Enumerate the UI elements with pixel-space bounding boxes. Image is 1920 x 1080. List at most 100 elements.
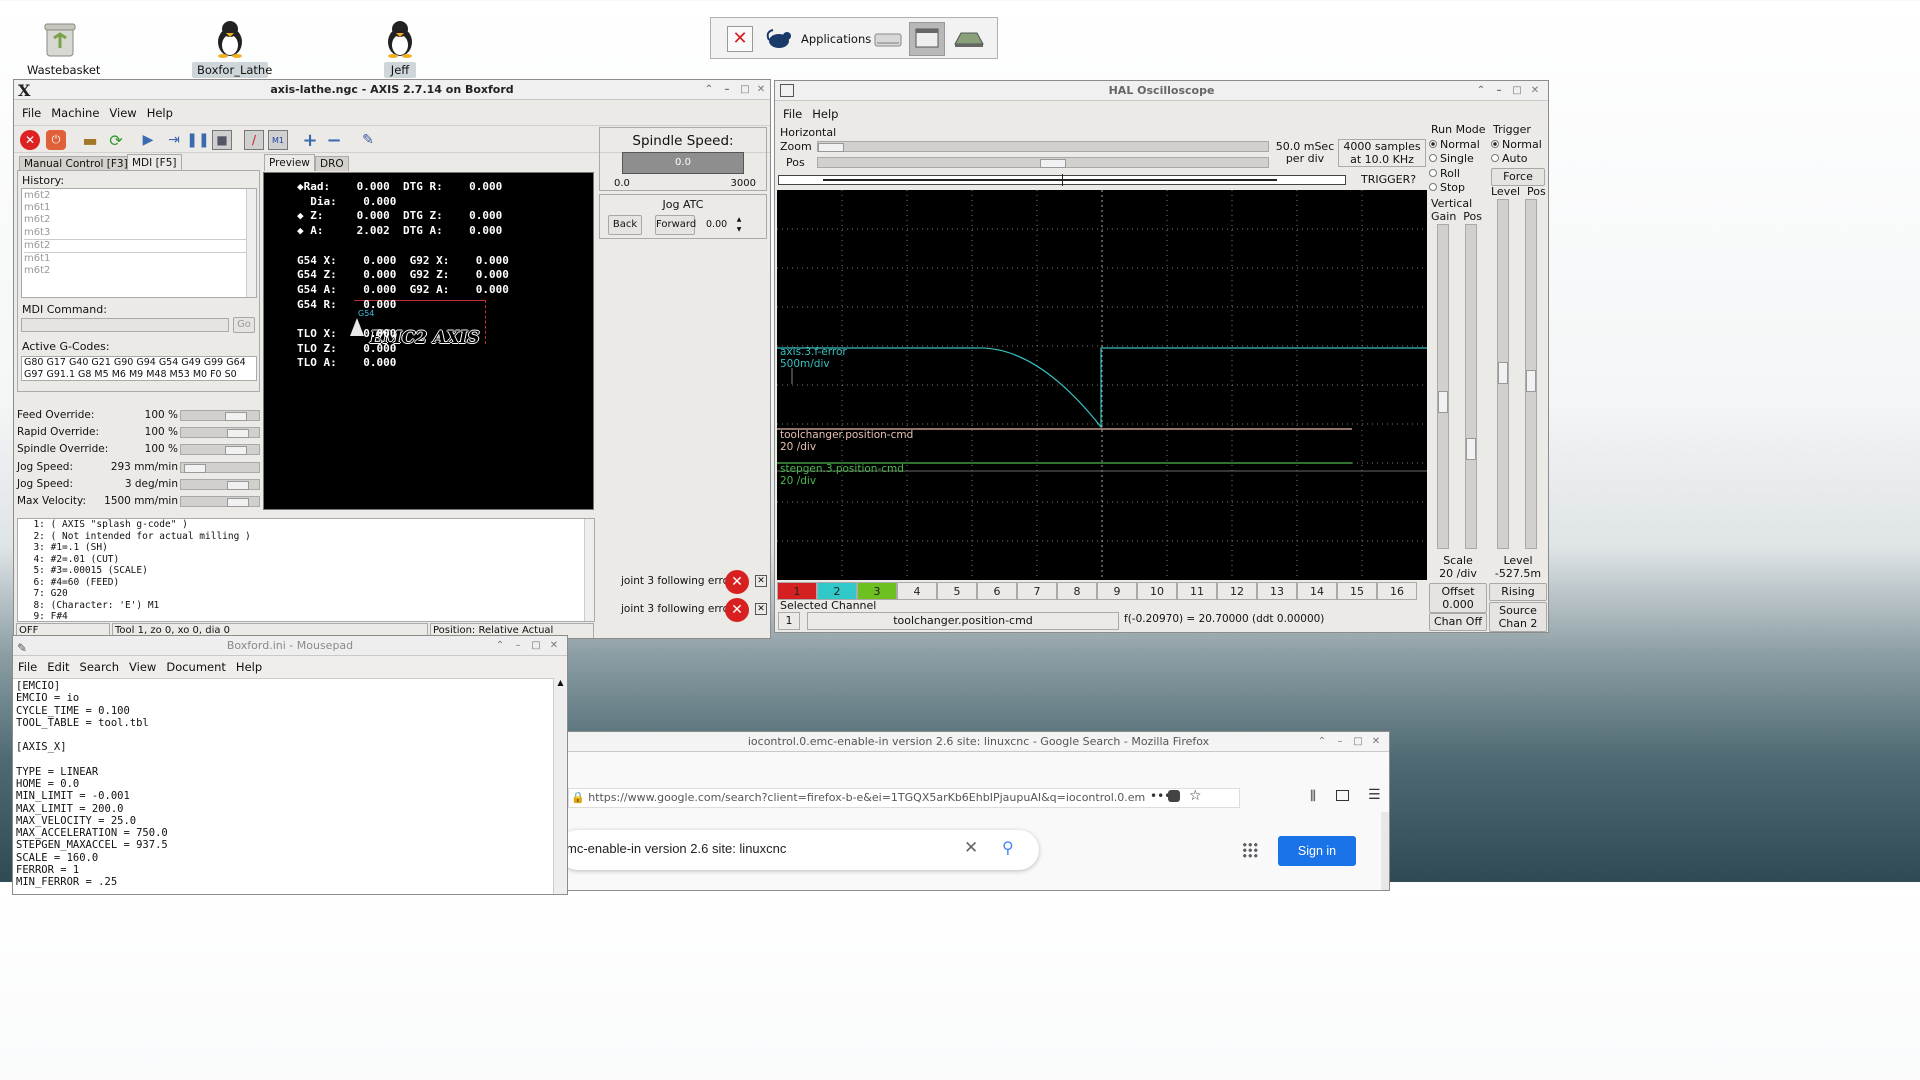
- gcode-line[interactable]: 9: F#4: [22, 611, 251, 623]
- pos-slider[interactable]: [817, 157, 1269, 168]
- list-item[interactable]: m6t2: [24, 214, 254, 226]
- desktop-show-icon[interactable]: [951, 28, 987, 50]
- maximize-icon[interactable]: □: [738, 83, 752, 97]
- drive-icon[interactable]: [873, 28, 903, 50]
- channel-button-14[interactable]: 14: [1297, 582, 1337, 600]
- channel-button-8[interactable]: 8: [1057, 582, 1097, 600]
- window-switcher-icon[interactable]: [909, 22, 945, 56]
- reload-icon[interactable]: ⟳: [106, 130, 126, 150]
- trigger-auto[interactable]: Auto: [1491, 152, 1548, 167]
- maximize-icon[interactable]: □: [529, 639, 543, 653]
- dismiss-icon[interactable]: ✕: [755, 575, 767, 587]
- run-mode-stop[interactable]: Stop: [1429, 181, 1487, 196]
- trigger-pos-thumb[interactable]: [1526, 370, 1536, 392]
- override-thumb[interactable]: [224, 412, 247, 421]
- override-thumb[interactable]: [183, 463, 206, 473]
- text-editor[interactable]: [EMCIO] EMCIO = io CYCLE_TIME = 0.100 TOOL_…: [13, 678, 553, 894]
- editor-scrollbar[interactable]: ▲: [553, 678, 567, 894]
- menu-help[interactable]: Help: [142, 104, 178, 122]
- tab-dro[interactable]: DRO: [315, 156, 349, 171]
- channel-button-4[interactable]: 4: [897, 582, 937, 600]
- desktop-icon-boxfor-lathe[interactable]: Boxfor_Lathe: [190, 18, 272, 78]
- record-bar[interactable]: [778, 174, 1346, 186]
- channel-button-13[interactable]: 13: [1257, 582, 1297, 600]
- menu-file[interactable]: File: [778, 105, 807, 123]
- pos-thumb[interactable]: [1040, 159, 1066, 168]
- menu-file[interactable]: File: [13, 658, 42, 676]
- zoom-in-icon[interactable]: +: [300, 130, 320, 151]
- override-slider[interactable]: [180, 444, 260, 456]
- history-scrollbar[interactable]: [246, 189, 256, 297]
- channel-button-6[interactable]: 6: [977, 582, 1017, 600]
- run-mode-roll[interactable]: Roll: [1429, 167, 1487, 182]
- url-bar[interactable]: 🔒 https://www.google.com/search?client=f…: [568, 788, 1240, 808]
- menu-machine[interactable]: Machine: [46, 104, 104, 122]
- step-icon[interactable]: ⇥: [164, 130, 184, 150]
- gcode-line[interactable]: 7: G20: [22, 588, 251, 600]
- channel-button-2[interactable]: 2: [817, 582, 857, 600]
- override-thumb[interactable]: [227, 480, 250, 490]
- roll-up-icon[interactable]: ⌃: [1315, 735, 1329, 749]
- list-item[interactable]: m6t2: [24, 265, 254, 277]
- close-window-icon[interactable]: ✕: [547, 639, 561, 653]
- gain-thumb[interactable]: [1438, 391, 1448, 413]
- gcode-line[interactable]: 2: ( Not intended for actual milling ): [22, 531, 250, 543]
- sign-in-button[interactable]: Sign in: [1278, 836, 1356, 866]
- mdi-command-input[interactable]: [21, 318, 229, 332]
- gcode-line[interactable]: 3: #1=.1 (SH): [22, 542, 251, 554]
- sidebar-icon[interactable]: [1336, 790, 1349, 801]
- trigger-level-slider[interactable]: [1497, 199, 1509, 549]
- apps-grid-icon[interactable]: [1242, 842, 1258, 858]
- vpos-slider[interactable]: [1465, 224, 1477, 549]
- list-item[interactable]: m6t2: [24, 190, 254, 202]
- channel-button-12[interactable]: 12: [1217, 582, 1257, 600]
- hamburger-menu-icon[interactable]: ☰: [1368, 787, 1381, 803]
- menu-file[interactable]: File: [17, 104, 46, 122]
- trigger-normal[interactable]: Normal: [1491, 138, 1548, 153]
- gcode-line[interactable]: 1: ( AXIS "splash g-code" ): [22, 519, 251, 531]
- minimize-icon[interactable]: –: [720, 83, 734, 97]
- close-window-icon[interactable]: ✕: [754, 83, 768, 97]
- zoom-thumb[interactable]: [818, 143, 844, 152]
- gcode-line[interactable]: 5: #3=.00015 (SCALE): [22, 565, 251, 577]
- menu-document[interactable]: Document: [161, 658, 231, 676]
- trigger-pos-slider[interactable]: [1525, 199, 1537, 549]
- channel-button-5[interactable]: 5: [937, 582, 977, 600]
- list-item[interactable]: m6t2: [24, 238, 254, 254]
- run-mode-single[interactable]: Single: [1429, 152, 1487, 167]
- override-thumb[interactable]: [227, 498, 250, 507]
- run-mode-normal[interactable]: Normal: [1429, 138, 1487, 153]
- run-icon[interactable]: ▶: [138, 130, 158, 150]
- zoom-slider[interactable]: [817, 141, 1269, 152]
- rising-button[interactable]: Rising: [1489, 583, 1547, 601]
- back-button[interactable]: Back: [608, 215, 642, 235]
- channel-button-11[interactable]: 11: [1177, 582, 1217, 600]
- history-list[interactable]: m6t2 m6t1 m6t2 m6t3 m6t2 m6t1 m6t2: [21, 188, 257, 298]
- channel-button-7[interactable]: 7: [1017, 582, 1057, 600]
- minimize-icon[interactable]: –: [1333, 735, 1347, 749]
- override-slider[interactable]: [180, 461, 260, 473]
- spin-arrows-icon[interactable]: ▲ ▼: [734, 215, 744, 235]
- close-window-icon[interactable]: ✕: [1369, 735, 1383, 749]
- scope-display[interactable]: axis.3.f-error 500m/div toolchanger.posit…: [777, 190, 1427, 580]
- override-thumb[interactable]: [224, 446, 247, 456]
- override-slider[interactable]: [180, 427, 260, 439]
- maximize-icon[interactable]: □: [1510, 84, 1524, 98]
- dismiss-icon[interactable]: ✕: [755, 603, 767, 615]
- source-button[interactable]: Source Chan 2: [1489, 602, 1547, 632]
- pocket-icon[interactable]: [1168, 790, 1180, 802]
- gcode-line[interactable]: 6: #4=60 (FEED): [22, 577, 251, 589]
- menu-help[interactable]: Help: [231, 658, 267, 676]
- tab-manual-control[interactable]: Manual Control [F3]: [19, 156, 133, 171]
- applications-menu[interactable]: Applications: [765, 26, 871, 52]
- list-item[interactable]: m6t1: [24, 253, 254, 265]
- trigger-level-thumb[interactable]: [1498, 362, 1508, 384]
- google-search-box[interactable]: mc-enable-in version 2.6 site: linuxcnc …: [568, 830, 1039, 870]
- search-icon[interactable]: ⚲: [1002, 838, 1014, 857]
- atc-spinbox[interactable]: 0.00: [704, 217, 734, 233]
- override-slider[interactable]: [180, 496, 260, 507]
- open-file-icon[interactable]: ▬: [80, 130, 100, 150]
- offset-button[interactable]: Offset 0.000: [1429, 583, 1487, 613]
- channel-button-15[interactable]: 15: [1337, 582, 1377, 600]
- vpos-thumb[interactable]: [1466, 438, 1476, 460]
